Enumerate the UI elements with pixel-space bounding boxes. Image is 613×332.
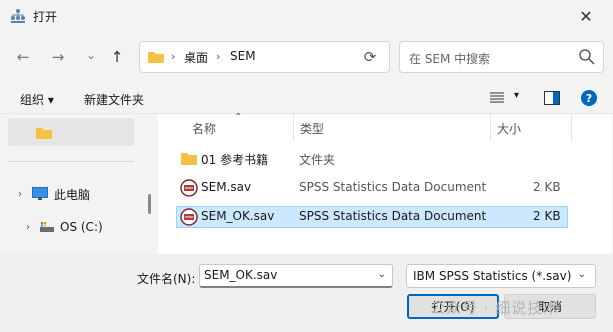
file-name: 01 参考书籍 <box>201 153 269 167</box>
chevron-down-icon: ⌄ <box>85 48 97 62</box>
file-type: 文件夹 <box>299 153 336 167</box>
recent-locations-button[interactable]: ⌄ <box>80 44 102 66</box>
arrow-up-icon: ↑ <box>110 48 124 66</box>
view-options-dropdown[interactable]: ▾ <box>514 90 519 101</box>
nav-scrollbar-thumb[interactable] <box>148 194 151 214</box>
column-separator[interactable] <box>571 113 572 141</box>
window-title: 打开 <box>33 10 58 24</box>
breadcrumb-separator: › <box>216 50 221 63</box>
arrow-right-icon: → <box>51 48 65 66</box>
app-icon <box>11 9 25 23</box>
navigation-pane: › 此电脑 › OS (C:) <box>0 114 154 254</box>
spss-file-icon <box>180 208 198 226</box>
file-size: 2 KB <box>533 180 561 194</box>
back-button[interactable]: ← <box>12 46 34 68</box>
nav-divider <box>8 161 134 162</box>
title-bar: 打开 ✕ <box>0 0 613 32</box>
breadcrumb-desktop[interactable]: 桌面 <box>184 49 208 66</box>
file-row-folder[interactable]: 01 参考书籍 文件夹 <box>176 148 568 170</box>
forward-button[interactable]: → <box>47 46 69 68</box>
preview-pane-icon[interactable] <box>544 91 560 105</box>
breadcrumb-separator: › <box>171 50 176 63</box>
close-button[interactable]: ✕ <box>566 2 606 30</box>
folder-icon <box>181 153 197 165</box>
filetype-value: IBM SPSS Statistics (*.sav) <box>413 269 572 283</box>
view-list-icon[interactable] <box>490 92 504 104</box>
folder-icon <box>148 52 164 63</box>
breadcrumb-sem[interactable]: SEM <box>230 49 256 63</box>
folder-icon <box>36 128 52 139</box>
file-name: SEM_OK.sav <box>201 209 275 223</box>
column-separator[interactable] <box>490 113 491 141</box>
chevron-down-icon[interactable]: ⌄ <box>378 269 386 280</box>
arrow-left-icon: ← <box>16 48 30 66</box>
search-box[interactable]: 在 SEM 中搜索 <box>399 41 604 73</box>
file-type: SPSS Statistics Data Document <box>299 209 487 223</box>
spss-file-icon <box>180 179 198 197</box>
help-icon: ? <box>585 91 593 105</box>
search-placeholder: 在 SEM 中搜索 <box>409 52 491 66</box>
column-header-size[interactable]: 大小 <box>497 120 521 137</box>
file-row-sem-ok[interactable]: SEM_OK.sav SPSS Statistics Data Document… <box>176 206 568 228</box>
quick-access-item[interactable] <box>8 118 134 146</box>
up-button[interactable]: ↑ <box>106 46 128 68</box>
file-type: SPSS Statistics Data Document <box>299 180 487 194</box>
tree-item-os-c[interactable]: › OS (C:) <box>26 216 103 238</box>
chevron-right-icon: › <box>18 188 22 200</box>
help-button[interactable]: ? <box>581 90 597 106</box>
new-folder-button[interactable]: 新建文件夹 <box>84 91 144 108</box>
column-header-name[interactable]: 名称 <box>192 120 216 137</box>
refresh-icon: ⟳ <box>363 48 377 66</box>
column-header-type[interactable]: 类型 <box>300 120 324 137</box>
filename-label: 文件名(N): <box>137 272 196 286</box>
address-bar[interactable]: › 桌面 › SEM ⌄ <box>139 41 470 73</box>
file-row-sem[interactable]: SEM.sav SPSS Statistics Data Document 2 … <box>176 177 568 199</box>
sort-ascending-icon: ⌃ <box>234 112 243 123</box>
file-name: SEM.sav <box>201 180 252 194</box>
chevron-right-icon: › <box>26 221 30 233</box>
file-size: 2 KB <box>533 209 561 223</box>
filename-value: SEM_OK.sav <box>204 268 278 282</box>
watermark: 公众号 · 细说技术 <box>430 299 560 317</box>
close-icon: ✕ <box>579 6 593 26</box>
filetype-select[interactable]: IBM SPSS Statistics (*.sav) ⌄ <box>406 264 596 288</box>
column-separator[interactable] <box>293 113 294 141</box>
filename-input[interactable]: SEM_OK.sav ⌄ <box>199 264 393 288</box>
search-icon <box>579 49 595 65</box>
refresh-button[interactable]: ⟳ <box>358 47 382 67</box>
organize-menu[interactable]: 组织 ▾ <box>20 91 54 108</box>
tree-item-this-pc[interactable]: › 此电脑 <box>18 183 90 205</box>
tree-item-label: OS (C:) <box>60 220 103 234</box>
chevron-down-icon: ⌄ <box>577 269 586 280</box>
monitor-icon <box>32 187 48 200</box>
tree-item-label: 此电脑 <box>54 187 91 202</box>
drive-icon <box>40 222 54 232</box>
